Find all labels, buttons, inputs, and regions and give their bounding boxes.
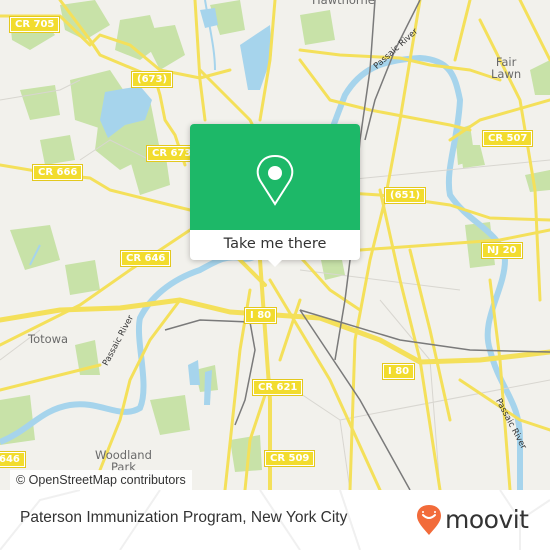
moovit-logo[interactable]: moovit xyxy=(416,502,529,538)
route-shield: CR 507 xyxy=(481,130,534,147)
place-label-totowa: Totowa xyxy=(28,332,69,346)
route-shield: CR 666 xyxy=(31,164,84,181)
popup-pointer xyxy=(268,260,282,267)
route-shield: (651) xyxy=(383,187,427,204)
moovit-smiley-pin-icon xyxy=(417,505,441,535)
moovit-wordmark: moovit xyxy=(445,505,529,534)
route-shield: (673) xyxy=(130,71,174,88)
map-pin-icon xyxy=(256,154,294,206)
route-shield: CR 673 xyxy=(145,145,198,162)
map-attribution[interactable]: © OpenStreetMap contributors xyxy=(10,470,192,490)
map-widget: CR 705 (673) CR 673 CR 666 CR 507 (651) … xyxy=(0,0,550,550)
route-shield: CR 646 xyxy=(119,250,172,267)
take-me-there-button[interactable]: Take me there xyxy=(190,230,360,260)
route-shield: CR 509 xyxy=(263,450,316,467)
route-shield: CR 621 xyxy=(251,379,304,396)
map-canvas[interactable]: CR 705 (673) CR 673 CR 666 CR 507 (651) … xyxy=(0,0,550,490)
route-shield: CR 705 xyxy=(8,16,61,33)
place-label-fair-lawn: Fair Lawn xyxy=(491,55,522,81)
location-popup[interactable]: Take me there xyxy=(190,124,360,267)
route-shield: I 80 xyxy=(381,363,416,380)
route-shield: I 80 xyxy=(243,307,278,324)
location-title: Paterson Immunization Program, New York … xyxy=(20,509,348,526)
footer: Paterson Immunization Program, New York … xyxy=(0,490,550,550)
route-shield: NJ 20 xyxy=(481,242,523,259)
place-label-hawthorne: Hawthorne xyxy=(312,0,375,7)
route-shield: 646 xyxy=(0,451,26,468)
